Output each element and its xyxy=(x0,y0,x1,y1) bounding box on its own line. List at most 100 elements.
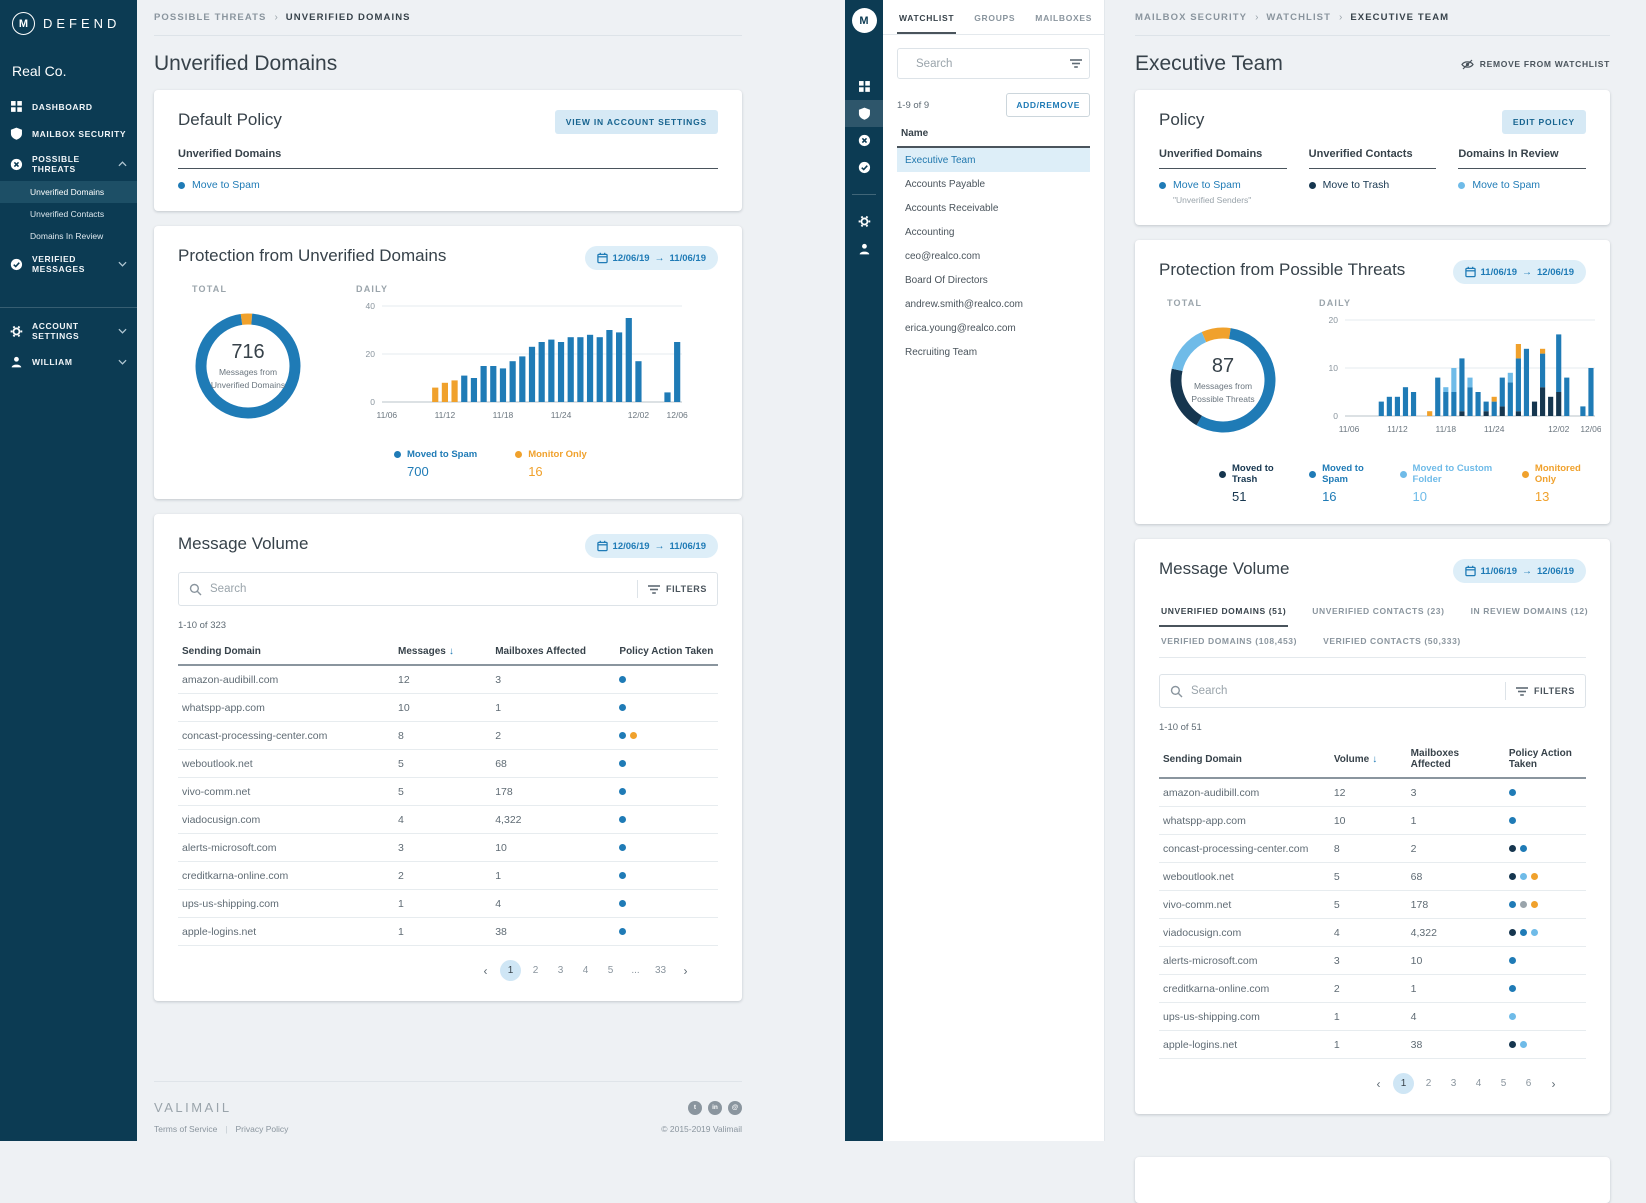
defend-logo[interactable]: M DEFEND xyxy=(0,0,137,45)
list-item[interactable]: Accounts Payable xyxy=(897,172,1090,196)
previous-page-button[interactable]: ‹ xyxy=(1368,1073,1389,1094)
column-header-policy-action-taken[interactable]: Policy Action Taken xyxy=(1505,741,1586,778)
table-row[interactable]: viadocusign.com44,322 xyxy=(1159,919,1586,947)
date-range-pill[interactable]: 12/06/19 → 11/06/19 xyxy=(585,246,718,270)
list-item[interactable]: Accounts Receivable xyxy=(897,196,1090,220)
table-row[interactable]: alerts-microsoft.com310 xyxy=(1159,947,1586,975)
sidebar-item-account-settings[interactable]: ACCOUNT SETTINGS xyxy=(0,314,137,348)
edit-policy-button[interactable]: EDIT POLICY xyxy=(1502,110,1586,134)
tab-unverified-contacts-23[interactable]: UNVERIFIED CONTACTS (23) xyxy=(1310,597,1446,627)
sidebar-subitem-unverified-contacts[interactable]: Unverified Contacts xyxy=(0,203,137,225)
rail-item-circle-x[interactable] xyxy=(845,127,883,154)
tab-verified-domains-108-453[interactable]: VERIFIED DOMAINS (108,453) xyxy=(1159,627,1299,657)
tab-mailboxes[interactable]: MAILBOXES xyxy=(1033,0,1094,34)
tab-verified-contacts-50-333[interactable]: VERIFIED CONTACTS (50,333) xyxy=(1321,627,1463,657)
filters-button[interactable]: FILTERS xyxy=(1516,686,1575,697)
column-header-volume[interactable]: Volume↓ xyxy=(1330,741,1407,778)
policy-action-label[interactable]: Move to Spam xyxy=(1472,179,1540,191)
breadcrumb-item[interactable]: POSSIBLE THREATS xyxy=(154,12,266,23)
table-row[interactable]: weboutlook.net568 xyxy=(1159,863,1586,891)
breadcrumb-item[interactable]: WATCHLIST xyxy=(1266,12,1331,23)
next-page-button[interactable]: › xyxy=(675,960,696,981)
table-row[interactable]: concast-processing-center.com82 xyxy=(178,722,718,750)
remove-from-watchlist-button[interactable]: REMOVE FROM WATCHLIST xyxy=(1461,59,1610,70)
search-input[interactable] xyxy=(1191,685,1495,697)
sidebar-item-william[interactable]: WILLIAM xyxy=(0,348,137,375)
date-range-pill[interactable]: 11/06/19 → 12/06/19 xyxy=(1453,559,1586,583)
rail-item-person[interactable] xyxy=(845,235,883,262)
policy-action-label[interactable]: Move to Trash xyxy=(1323,179,1390,191)
page-button-1[interactable]: 1 xyxy=(500,960,521,981)
rail-item-circle-check[interactable] xyxy=(845,154,883,181)
linkedin-icon[interactable]: in xyxy=(708,1101,722,1115)
add-remove-button[interactable]: ADD/REMOVE xyxy=(1006,93,1090,117)
view-in-account-settings-button[interactable]: VIEW IN ACCOUNT SETTINGS xyxy=(555,110,718,134)
page-button-3[interactable]: 3 xyxy=(550,960,571,981)
rail-item-shield[interactable] xyxy=(845,100,883,127)
next-page-button[interactable]: › xyxy=(1543,1073,1564,1094)
page-button-5[interactable]: 5 xyxy=(600,960,621,981)
valimail-logo[interactable]: M xyxy=(852,8,877,33)
sidebar-subitem-unverified-domains[interactable]: Unverified Domains xyxy=(0,181,137,203)
sidebar-item-mailbox-security[interactable]: MAILBOX SECURITY xyxy=(0,120,137,147)
watchlist-search-input[interactable] xyxy=(916,58,1070,70)
date-range-pill[interactable]: 12/06/19 → 11/06/19 xyxy=(585,534,718,558)
rail-item-grid[interactable] xyxy=(845,73,883,100)
list-item[interactable]: Accounting xyxy=(897,220,1090,244)
page-button-4[interactable]: 4 xyxy=(575,960,596,981)
page-button-2[interactable]: 2 xyxy=(1418,1073,1439,1094)
list-item[interactable]: Executive Team xyxy=(897,148,1090,172)
page-button-2[interactable]: 2 xyxy=(525,960,546,981)
tab-watchlist[interactable]: WATCHLIST xyxy=(897,0,956,34)
column-header-messages[interactable]: Messages↓ xyxy=(394,639,491,665)
table-row[interactable]: viadocusign.com44,322 xyxy=(178,806,718,834)
table-row[interactable]: concast-processing-center.com82 xyxy=(1159,835,1586,863)
rail-item-gear[interactable] xyxy=(845,208,883,235)
table-row[interactable]: vivo-comm.net5178 xyxy=(178,778,718,806)
sidebar-item-possible-threats[interactable]: POSSIBLE THREATS xyxy=(0,147,137,181)
breadcrumb-item[interactable]: MAILBOX SECURITY xyxy=(1135,12,1247,23)
page-button-6[interactable]: 6 xyxy=(1518,1073,1539,1094)
list-item[interactable]: ceo@realco.com xyxy=(897,244,1090,268)
filters-button[interactable]: FILTERS xyxy=(648,584,707,595)
table-row[interactable]: creditkarna-online.com21 xyxy=(178,862,718,890)
table-row[interactable]: apple-logins.net138 xyxy=(1159,1031,1586,1059)
list-item[interactable]: Board Of Directors xyxy=(897,268,1090,292)
table-row[interactable]: ups-us-shipping.com14 xyxy=(178,890,718,918)
table-row[interactable]: whatspp-app.com101 xyxy=(178,694,718,722)
table-row[interactable]: amazon-audibill.com123 xyxy=(178,665,718,694)
table-row[interactable]: whatspp-app.com101 xyxy=(1159,807,1586,835)
page-button-4[interactable]: 4 xyxy=(1468,1073,1489,1094)
page-button-5[interactable]: 5 xyxy=(1493,1073,1514,1094)
footer-link-terms-of-service[interactable]: Terms of Service xyxy=(154,1124,217,1134)
list-item[interactable]: andrew.smith@realco.com xyxy=(897,292,1090,316)
date-range-pill[interactable]: 11/06/19 → 12/06/19 xyxy=(1453,260,1586,284)
footer-link-privacy-policy[interactable]: Privacy Policy xyxy=(236,1124,289,1134)
sidebar-subitem-domains-in-review[interactable]: Domains In Review xyxy=(0,225,137,247)
tab-unverified-domains-51[interactable]: UNVERIFIED DOMAINS (51) xyxy=(1159,597,1288,627)
sidebar-item-dashboard[interactable]: DASHBOARD xyxy=(0,93,137,120)
column-header-mailboxes-affected[interactable]: Mailboxes Affected xyxy=(491,639,615,665)
list-item[interactable]: Recruiting Team xyxy=(897,340,1090,364)
table-row[interactable]: vivo-comm.net5178 xyxy=(1159,891,1586,919)
page-button-33[interactable]: 33 xyxy=(650,960,671,981)
email-icon[interactable]: @ xyxy=(728,1101,742,1115)
column-header-mailboxes-affected[interactable]: Mailboxes Affected xyxy=(1407,741,1505,778)
column-header-policy-action-taken[interactable]: Policy Action Taken xyxy=(615,639,718,665)
policy-action-label[interactable]: Move to Spam xyxy=(192,179,260,191)
search-input[interactable] xyxy=(210,583,627,595)
table-row[interactable]: apple-logins.net138 xyxy=(178,918,718,946)
previous-page-button[interactable]: ‹ xyxy=(475,960,496,981)
watchlist-filter-button[interactable] xyxy=(1070,58,1082,69)
page-button-1[interactable]: 1 xyxy=(1393,1073,1414,1094)
page-button-[interactable]: ... xyxy=(625,960,646,981)
list-item[interactable]: erica.young@realco.com xyxy=(897,316,1090,340)
tab-groups[interactable]: GROUPS xyxy=(972,0,1017,34)
tab-in-review-domains-12[interactable]: IN REVIEW DOMAINS (12) xyxy=(1469,597,1591,627)
column-header-sending-domain[interactable]: Sending Domain xyxy=(178,639,394,665)
table-row[interactable]: alerts-microsoft.com310 xyxy=(178,834,718,862)
twitter-icon[interactable]: t xyxy=(688,1101,702,1115)
page-button-3[interactable]: 3 xyxy=(1443,1073,1464,1094)
table-row[interactable]: ups-us-shipping.com14 xyxy=(1159,1003,1586,1031)
table-row[interactable]: weboutlook.net568 xyxy=(178,750,718,778)
